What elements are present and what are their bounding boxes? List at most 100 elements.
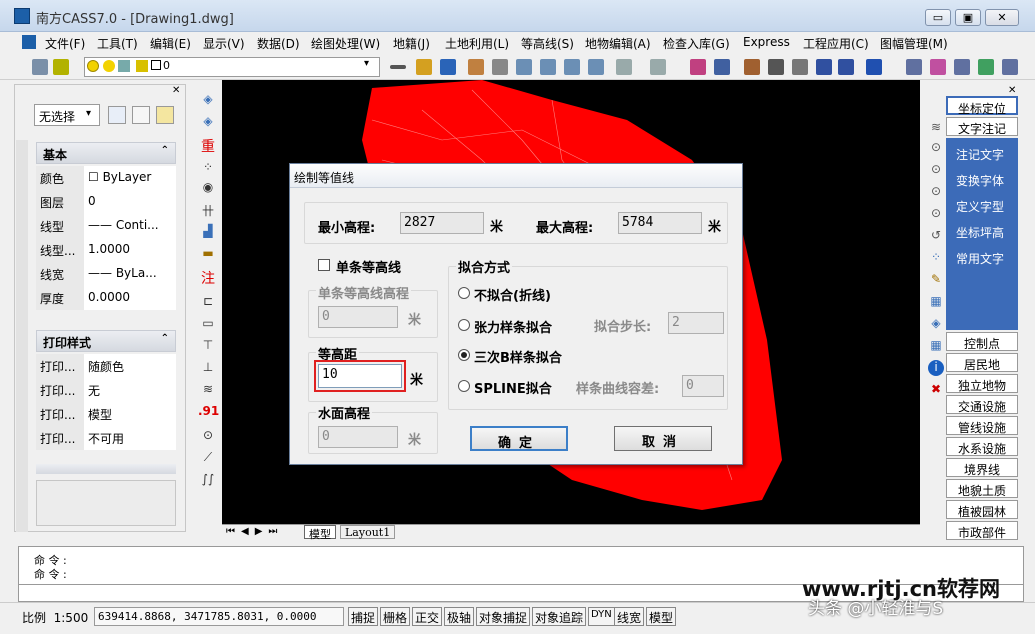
print-icon[interactable] xyxy=(930,59,946,75)
prop-linetype-scale[interactable]: 线型...1.0000 xyxy=(36,238,176,262)
redraw-icon[interactable]: 重 xyxy=(198,136,218,154)
annotate-icon[interactable]: 注 xyxy=(198,268,218,286)
menu-file[interactable]: 文件(F) xyxy=(45,35,85,52)
section-basic[interactable]: 基本⌃ xyxy=(36,142,176,164)
view-icon[interactable]: ◉ xyxy=(198,180,218,198)
help-icon[interactable] xyxy=(866,59,882,75)
curve-icon[interactable]: ∫∫ xyxy=(198,472,218,490)
water-field[interactable]: 0 xyxy=(318,426,398,448)
hatch-tool-icon[interactable]: ≋ xyxy=(198,382,218,400)
submenu-define-style[interactable]: 定义字型 xyxy=(948,194,1016,216)
node-icon[interactable]: ⁘ xyxy=(928,250,944,266)
menu-contour[interactable]: 等高线(S) xyxy=(521,35,574,52)
polyline-icon[interactable] xyxy=(816,59,832,75)
menu-tools[interactable]: 工具(T) xyxy=(97,35,138,52)
layers-icon[interactable]: ≋ xyxy=(928,120,944,136)
grid-icon[interactable]: ⁘ xyxy=(198,160,218,178)
prop-print-3[interactable]: 打印...模型 xyxy=(36,402,176,426)
edit-icon[interactable]: ✎ xyxy=(928,272,944,288)
submenu-annotate-text[interactable]: 注记文字 xyxy=(948,142,1016,164)
zoom-window-icon[interactable] xyxy=(516,59,532,75)
edit-tool-icon[interactable]: ◈ xyxy=(198,114,218,132)
save-icon[interactable] xyxy=(440,59,456,75)
spline-tolerance-field[interactable]: 0 xyxy=(682,375,724,397)
panel-close-icon[interactable]: ✕ xyxy=(172,85,180,96)
dimension2-icon[interactable]: ⊥ xyxy=(198,360,218,378)
delete-icon[interactable]: ✖ xyxy=(928,382,944,398)
menu-control-point[interactable]: 控制点 xyxy=(946,332,1018,351)
menu-landform[interactable]: 地貌土质 xyxy=(946,479,1018,498)
menu-traffic[interactable]: 交通设施 xyxy=(946,395,1018,414)
zoom-icon[interactable] xyxy=(540,59,556,75)
draw-icon[interactable] xyxy=(744,59,760,75)
draw-tool-icon[interactable]: ◈ xyxy=(198,92,218,110)
prop-print-4[interactable]: 打印...不可用 xyxy=(36,426,176,450)
panel-close-icon[interactable]: ✕ xyxy=(1008,85,1016,96)
prop-color[interactable]: 颜色☐ ByLayer xyxy=(36,166,176,190)
redo-icon[interactable] xyxy=(650,59,666,75)
zoom-out-icon[interactable]: ⊙ xyxy=(928,206,944,222)
menu-text-annotation[interactable]: 文字注记 xyxy=(946,117,1018,136)
layer-tool-icon[interactable]: ▬ xyxy=(198,246,218,264)
prop-thickness[interactable]: 厚度0.0000 xyxy=(36,286,176,310)
menu-cadastre[interactable]: 地籍(J) xyxy=(393,35,430,52)
line-icon[interactable] xyxy=(838,59,854,75)
polygon-icon[interactable]: ⊏ xyxy=(198,294,218,312)
move-icon[interactable] xyxy=(492,59,508,75)
zoom-window-icon[interactable]: ⊙ xyxy=(928,162,944,178)
fit-bspline-radio[interactable] xyxy=(458,349,470,361)
menu-sheet[interactable]: 图幅管理(M) xyxy=(880,35,948,52)
maximize-button[interactable]: ▣ xyxy=(955,9,981,26)
undo-icon[interactable] xyxy=(616,59,632,75)
circle-icon[interactable]: ⊙ xyxy=(198,428,218,446)
line-tool-icon[interactable]: ⟋ xyxy=(198,450,218,468)
prop-print-1[interactable]: 打印...随颜色 xyxy=(36,354,176,378)
measure-icon[interactable] xyxy=(792,59,808,75)
elevation-point-icon[interactable]: .91 xyxy=(198,404,218,422)
submenu-common-text[interactable]: 常用文字 xyxy=(948,246,1016,268)
prop-linetype[interactable]: 线型—— Conti... xyxy=(36,214,176,238)
import-icon[interactable] xyxy=(978,59,994,75)
tab-model[interactable]: 模型 xyxy=(304,525,336,539)
dyn-toggle[interactable]: DYN xyxy=(588,607,615,626)
tab-layout1[interactable]: Layout1 xyxy=(340,525,395,539)
snap-toggle[interactable]: 捕捉 xyxy=(348,607,378,626)
close-button[interactable]: ✕ xyxy=(985,9,1019,26)
select-objects-icon[interactable] xyxy=(132,106,150,124)
refresh-icon[interactable]: ↺ xyxy=(928,228,944,244)
menu-drawing[interactable]: 绘图处理(W) xyxy=(311,35,380,52)
settings-icon[interactable] xyxy=(1002,59,1018,75)
grid-toggle[interactable]: 栅格 xyxy=(380,607,410,626)
info-icon[interactable]: i xyxy=(928,360,944,376)
zoom-icon[interactable]: ⊙ xyxy=(928,140,944,156)
menu-boundary[interactable]: 境界线 xyxy=(946,458,1018,477)
single-elev-field[interactable]: 0 xyxy=(318,306,398,328)
osnap-toggle[interactable]: 对象捕捉 xyxy=(476,607,530,626)
dimension-icon[interactable]: ⊤ xyxy=(198,338,218,356)
menu-vegetation[interactable]: 植被园林 xyxy=(946,500,1018,519)
filter-icon[interactable] xyxy=(156,106,174,124)
polar-toggle[interactable]: 极轴 xyxy=(444,607,474,626)
prop-lineweight[interactable]: 线宽—— ByLa... xyxy=(36,262,176,286)
menu-view[interactable]: 显示(V) xyxy=(203,35,245,52)
quick-select-icon[interactable] xyxy=(108,106,126,124)
menu-landuse[interactable]: 土地利用(L) xyxy=(445,35,509,52)
layers-icon[interactable] xyxy=(32,59,48,75)
interval-field[interactable]: 10 xyxy=(318,364,402,388)
zoom-previous-icon[interactable] xyxy=(588,59,604,75)
pan-icon[interactable] xyxy=(768,59,784,75)
menu-check[interactable]: 检查入库(G) xyxy=(663,35,730,52)
ortho-toggle[interactable]: 正交 xyxy=(412,607,442,626)
linetype-icon[interactable] xyxy=(390,65,406,69)
hatch-icon[interactable] xyxy=(714,59,730,75)
prop-layer[interactable]: 图层0 xyxy=(36,190,176,214)
rectangle-icon[interactable]: ▭ xyxy=(198,316,218,334)
menu-feature-edit[interactable]: 地物编辑(A) xyxy=(585,35,651,52)
lineweight-toggle[interactable]: 线宽 xyxy=(614,607,644,626)
submenu-coord-elevation[interactable]: 坐标坪高 xyxy=(948,220,1016,242)
menu-engineering[interactable]: 工程应用(C) xyxy=(803,35,869,52)
minimize-button[interactable]: ▭ xyxy=(925,9,951,26)
fit-step-field[interactable]: 2 xyxy=(668,312,724,334)
match-properties-icon[interactable] xyxy=(690,59,706,75)
prop-print-2[interactable]: 打印...无 xyxy=(36,378,176,402)
